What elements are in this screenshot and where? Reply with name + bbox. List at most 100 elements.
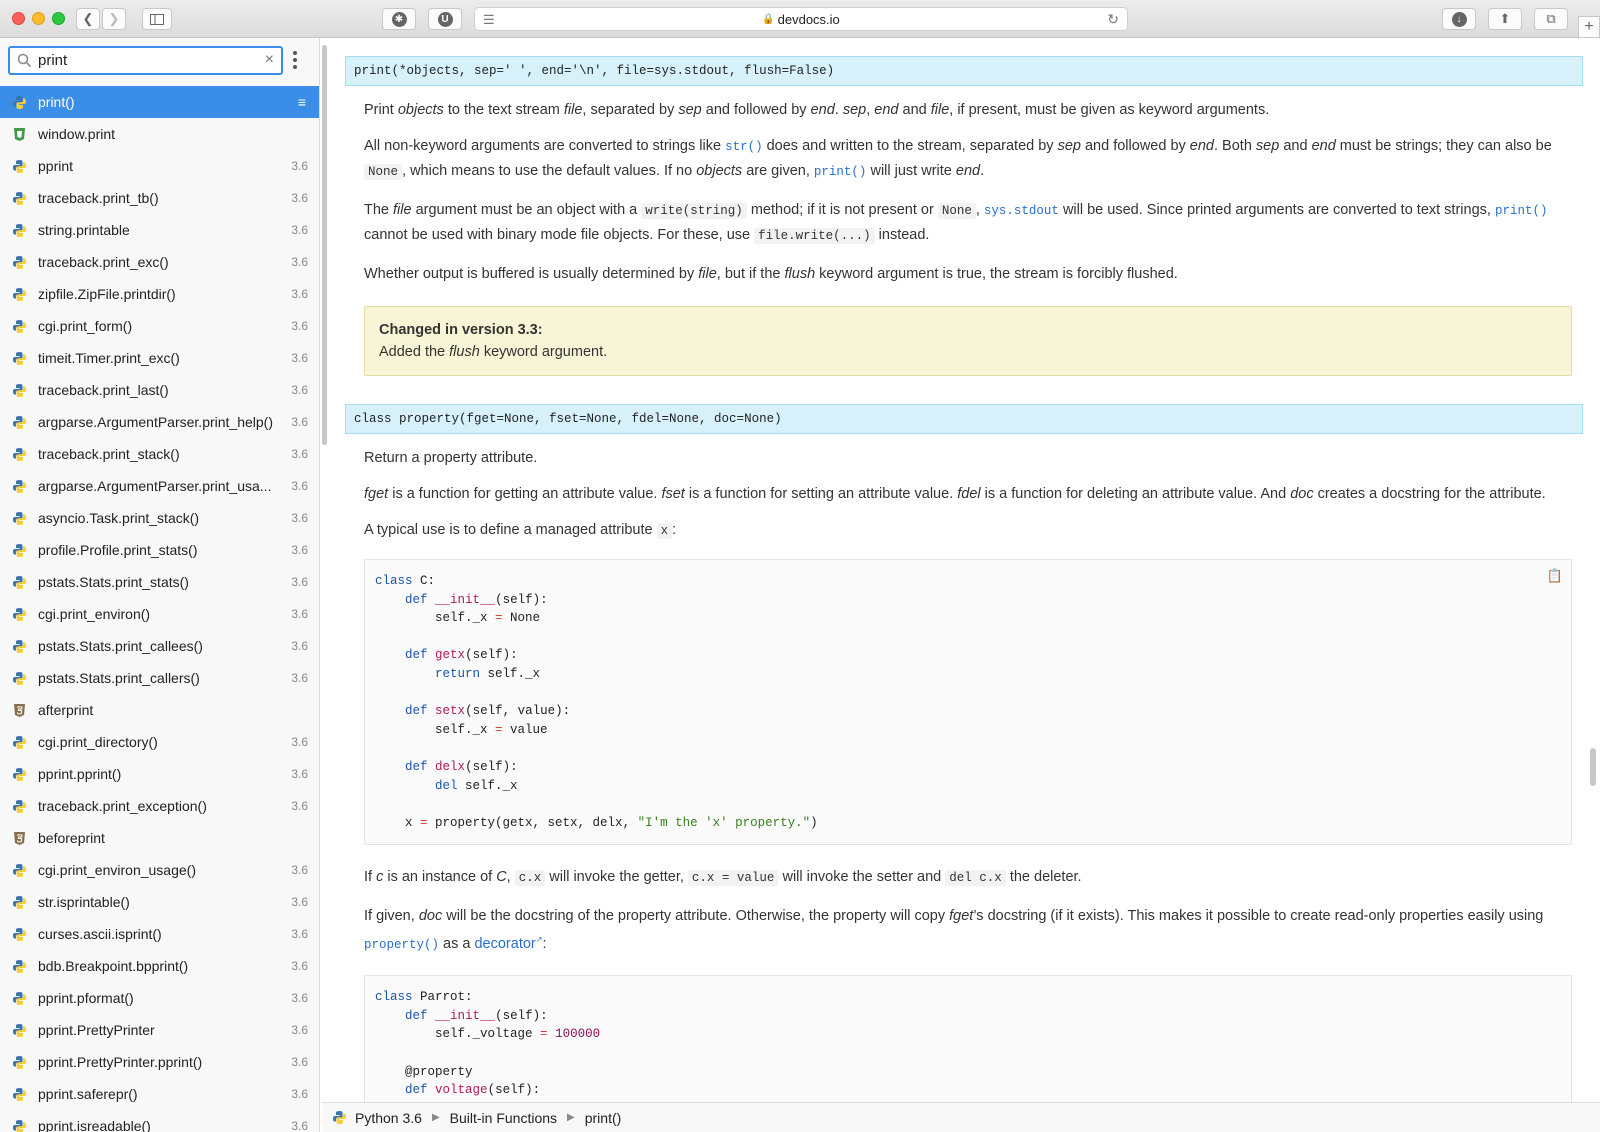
sidebar-item-label: pprint.PrettyPrinter.pprint() <box>38 1054 203 1070</box>
reload-icon[interactable]: ↻ <box>1107 11 1119 28</box>
sidebar-item-label: cgi.print_form() <box>38 318 133 334</box>
sidebar-item[interactable]: traceback.print_exception() 3.6 <box>0 790 319 822</box>
sidebar-item[interactable]: pstats.Stats.print_callees() 3.6 <box>0 630 319 662</box>
sidebar-item[interactable]: traceback.print_tb() 3.6 <box>0 182 319 214</box>
sidebar-item[interactable]: pprint.PrettyPrinter.pprint() 3.6 <box>0 1046 319 1078</box>
sidebar-item-label: pstats.Stats.print_callers() <box>38 670 200 686</box>
sidebar-item[interactable]: pprint.isreadable() 3.6 <box>0 1110 319 1132</box>
python-icon <box>12 575 27 590</box>
python-icon <box>12 927 27 942</box>
tabs-button[interactable]: ⧉ <box>1534 8 1568 30</box>
code-block: class Parrot: def __init__(self): self._… <box>364 975 1572 1102</box>
paragraph: fget is a function for getting an attrib… <box>364 486 1546 502</box>
sidebar-item[interactable]: bdb.Breakpoint.bpprint() 3.6 <box>0 950 319 982</box>
sidebar-item[interactable]: pprint 3.6 <box>0 150 319 182</box>
close-window-button[interactable] <box>12 12 25 25</box>
breadcrumb-item[interactable]: Built-in Functions <box>450 1110 557 1126</box>
sidebar-item[interactable]: asyncio.Task.print_stack() 3.6 <box>0 502 319 534</box>
sidebar-menu-button[interactable] <box>292 50 300 72</box>
python-icon <box>12 863 27 878</box>
sidebar-item[interactable]: cgi.print_directory() 3.6 <box>0 726 319 758</box>
sidebar-item[interactable]: cgi.print_form() 3.6 <box>0 310 319 342</box>
downloads-button[interactable]: ↓ <box>1442 8 1476 30</box>
decorator-link[interactable]: decorator↗ <box>474 935 542 952</box>
sidebar-item[interactable]: cgi.print_environ_usage() 3.6 <box>0 854 319 886</box>
sidebar-item[interactable]: print() ≡ <box>0 86 319 118</box>
sidebar-item[interactable]: profile.Profile.print_stats() 3.6 <box>0 534 319 566</box>
search-input[interactable]: print <box>38 52 67 69</box>
sidebar-item-label: traceback.print_stack() <box>38 446 180 462</box>
sidebar-item[interactable]: pprint.saferepr() 3.6 <box>0 1078 319 1110</box>
sidebar-scrollbar[interactable] <box>322 45 327 445</box>
sidebar-item[interactable]: str.isprintable() 3.6 <box>0 886 319 918</box>
sidebar-item[interactable]: curses.ascii.isprint() 3.6 <box>0 918 319 950</box>
python-icon <box>12 415 27 430</box>
version-badge: 3.6 <box>291 895 308 909</box>
sidebar-item-label: profile.Profile.print_stats() <box>38 542 198 558</box>
doc-content: print(*objects, sep=' ', end='\n', file=… <box>329 38 1600 1102</box>
version-badge: 3.6 <box>291 223 308 237</box>
back-button[interactable]: ❮ <box>76 8 100 30</box>
zoom-window-button[interactable] <box>52 12 65 25</box>
sidebar-item[interactable]: string.printable 3.6 <box>0 214 319 246</box>
sidebar-item[interactable]: zipfile.ZipFile.printdir() 3.6 <box>0 278 319 310</box>
address-bar[interactable]: ☰ 🔒 devdocs.io ↻ <box>474 7 1128 31</box>
sidebar-item[interactable]: pprint.pformat() 3.6 <box>0 982 319 1014</box>
sidebar-item[interactable]: pstats.Stats.print_callers() 3.6 <box>0 662 319 694</box>
sidebar-item[interactable]: beforeprint <box>0 822 319 854</box>
version-badge: 3.6 <box>291 159 308 173</box>
sidebar-item[interactable]: argparse.ArgumentParser.print_usa... 3.6 <box>0 470 319 502</box>
python-icon <box>12 1023 27 1038</box>
sidebar-item-label: cgi.print_environ_usage() <box>38 862 196 878</box>
breadcrumb-item[interactable]: print() <box>585 1110 622 1126</box>
sidebar-item[interactable]: afterprint <box>0 694 319 726</box>
version-badge: 3.6 <box>291 191 308 205</box>
forward-button[interactable]: ❯ <box>102 8 126 30</box>
sidebar-item[interactable]: pprint.pprint() 3.6 <box>0 758 319 790</box>
version-badge: 3.6 <box>291 351 308 365</box>
clear-icon[interactable]: × <box>265 51 274 69</box>
menu-icon[interactable]: ≡ <box>298 94 306 110</box>
sidebar-item[interactable]: traceback.print_stack() 3.6 <box>0 438 319 470</box>
version-badge: 3.6 <box>291 447 308 461</box>
python-icon <box>12 159 27 174</box>
python-icon <box>12 223 27 238</box>
share-button[interactable]: ⬆ <box>1488 8 1522 30</box>
sidebar-toggle-button[interactable] <box>142 8 172 30</box>
copy-icon[interactable]: 📋 <box>1547 568 1563 587</box>
paragraph: A typical use is to define a managed att… <box>364 522 677 539</box>
python-icon <box>12 319 27 334</box>
sidebar-item[interactable]: timeit.Timer.print_exc() 3.6 <box>0 342 319 374</box>
sidebar-item[interactable]: window.print <box>0 118 319 150</box>
sidebar-item[interactable]: traceback.print_exc() 3.6 <box>0 246 319 278</box>
search-field[interactable]: print × <box>8 46 283 75</box>
extension-button-2[interactable]: U <box>428 8 462 30</box>
sidebar-item[interactable]: cgi.print_environ() 3.6 <box>0 598 319 630</box>
breadcrumb-separator-icon: ▶ <box>567 1112 575 1123</box>
python-icon <box>12 991 27 1006</box>
python-icon <box>12 511 27 526</box>
breadcrumb: Python 3.6 ▶ Built-in Functions ▶ print(… <box>322 1102 1600 1132</box>
minimize-window-button[interactable] <box>32 12 45 25</box>
version-badge: 3.6 <box>291 959 308 973</box>
version-badge: 3.6 <box>291 607 308 621</box>
html5-icon <box>12 703 27 718</box>
search-icon <box>17 53 32 68</box>
breadcrumb-item[interactable]: Python 3.6 <box>355 1110 422 1126</box>
python-icon <box>12 255 27 270</box>
python-icon <box>12 447 27 462</box>
paragraph: The file argument must be an object with… <box>364 202 1548 244</box>
sidebar-item[interactable]: argparse.ArgumentParser.print_help() 3.6 <box>0 406 319 438</box>
python-icon <box>12 799 27 814</box>
extension-button-1[interactable]: ✱ <box>382 8 416 30</box>
content-scrollbar[interactable] <box>1590 748 1596 786</box>
version-badge: 3.6 <box>291 991 308 1005</box>
tabs-icon: ⧉ <box>1546 11 1556 26</box>
sidebar-item[interactable]: traceback.print_last() 3.6 <box>0 374 319 406</box>
sidebar-item[interactable]: pprint.PrettyPrinter 3.6 <box>0 1014 319 1046</box>
version-badge: 3.6 <box>291 767 308 781</box>
sidebar-item[interactable]: pstats.Stats.print_stats() 3.6 <box>0 566 319 598</box>
new-tab-button[interactable]: + <box>1578 16 1600 38</box>
paragraph: If given, doc will be the docstring of t… <box>364 908 1544 953</box>
reader-icon[interactable]: ☰ <box>483 12 495 28</box>
